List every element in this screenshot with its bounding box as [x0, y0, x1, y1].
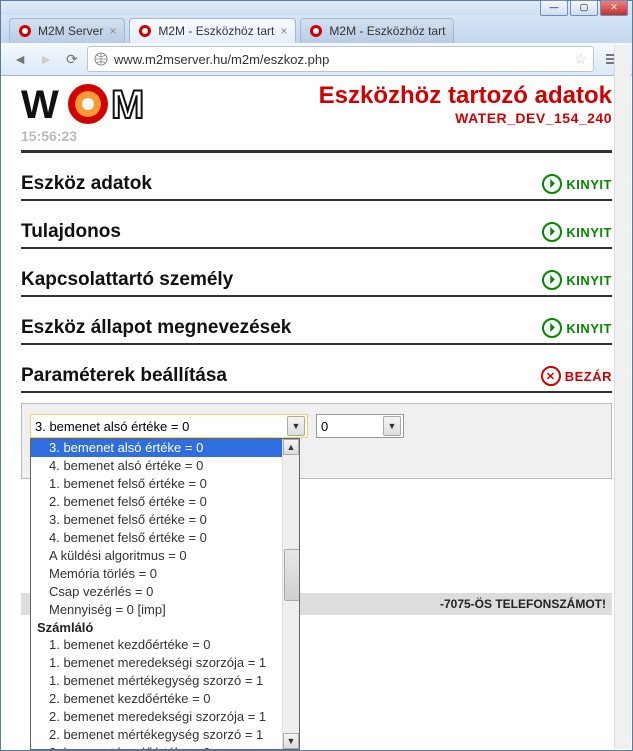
window-maximize-button[interactable]: ▢ — [570, 0, 598, 16]
window-titlebar: — ▢ ✕ — [1, 1, 632, 15]
favicon-icon — [138, 24, 152, 38]
app-logo: W M — [21, 82, 181, 128]
dropdown-option[interactable]: 3. bemenet alsó értéke = 0 — [31, 439, 299, 457]
browser-tab-2[interactable]: M2M - Eszközhöz tart — [300, 18, 454, 43]
section-action-label: KINYIT — [566, 225, 612, 240]
section-row: Eszköz állapot megnevezések ⏵ KINYIT — [21, 317, 612, 345]
dropdown-option[interactable]: A küldési algoritmus = 0 — [31, 547, 299, 565]
browser-tab-1[interactable]: M2M - Eszközhöz tart × — [129, 18, 296, 43]
open-circle-icon: ⏵ — [542, 222, 562, 242]
device-name: WATER_DEV_154_240 — [181, 110, 612, 126]
section-open-button[interactable]: ⏵ KINYIT — [542, 222, 612, 242]
scroll-up-icon[interactable]: ▲ — [283, 439, 299, 455]
dropdown-option[interactable]: 2. bemenet mértékegység szorzó = 1 — [31, 726, 299, 744]
page-title: Eszközhöz tartozó adatok — [181, 82, 612, 110]
scroll-thumb[interactable] — [284, 549, 300, 601]
tab-strip: M2M Server × M2M - Eszközhöz tart × M2M … — [1, 15, 632, 43]
dropdown-group-label: Számláló — [31, 619, 299, 636]
parameter-value-text: 0 — [321, 419, 328, 434]
tab-title: M2M - Eszközhöz tart — [158, 24, 274, 38]
section-action-label: KINYIT — [566, 321, 612, 336]
tab-close-icon[interactable]: × — [280, 24, 287, 38]
favicon-icon — [309, 24, 323, 38]
section-action-label: KINYIT — [566, 273, 612, 288]
dropdown-option[interactable]: 1. bemenet kezdőértéke = 0 — [31, 636, 299, 654]
url-text: www.m2mserver.hu/m2m/eszkoz.php — [114, 52, 574, 67]
dropdown-option[interactable]: 4. bemenet felső értéke = 0 — [31, 529, 299, 547]
dropdown-option[interactable]: 4. bemenet alsó értéke = 0 — [31, 457, 299, 475]
dropdown-option[interactable]: 1. bemenet meredekségi szorzója = 1 — [31, 654, 299, 672]
dropdown-option[interactable]: 2. bemenet meredekségi szorzója = 1 — [31, 708, 299, 726]
scroll-down-icon[interactable]: ▼ — [283, 733, 299, 749]
tab-title: M2M Server — [38, 24, 103, 38]
parameter-select-value: 3. bemenet alsó értéke = 0 — [35, 419, 189, 434]
parameter-dropdown-list[interactable]: 3. bemenet alsó értéke = 04. bemenet als… — [30, 438, 300, 750]
tab-title: M2M - Eszközhöz tart — [329, 24, 445, 38]
browser-toolbar: ◄ ► ⟳ www.m2mserver.hu/m2m/eszkoz.php ☆ — [1, 43, 632, 76]
dropdown-option[interactable]: 3. bemenet kezdőértéke = 0 — [31, 744, 299, 750]
chevron-down-icon: ▼ — [287, 416, 305, 436]
section-close-button[interactable]: ✕ BEZÁR — [541, 366, 612, 386]
dropdown-option[interactable]: 1. bemenet mértékegység szorzó = 1 — [31, 672, 299, 690]
favicon-icon — [18, 24, 32, 38]
window-minimize-button[interactable]: — — [540, 0, 568, 16]
timestamp: 15:56:23 — [21, 128, 181, 144]
section-title: Eszköz adatok — [21, 173, 152, 195]
section-action-label: KINYIT — [566, 177, 612, 192]
dropdown-option[interactable]: 2. bemenet felső értéke = 0 — [31, 493, 299, 511]
section-title: Tulajdonos — [21, 221, 121, 243]
open-circle-icon: ⏵ — [542, 318, 562, 338]
header-divider — [21, 150, 612, 153]
section-row: Kapcsolattartó személy ⏵ KINYIT — [21, 269, 612, 297]
open-circle-icon: ⏵ — [542, 174, 562, 194]
section-row: Eszköz adatok ⏵ KINYIT — [21, 173, 612, 201]
section-open-button[interactable]: ⏵ KINYIT — [542, 318, 612, 338]
dropdown-option[interactable]: Csap vezérlés = 0 — [31, 583, 299, 601]
globe-icon — [94, 52, 108, 66]
section-open-button[interactable]: ⏵ KINYIT — [542, 270, 612, 290]
parameter-panel: 3. bemenet alsó értéke = 0 ▼ 0 ▼ 3. beme… — [21, 403, 612, 479]
close-circle-icon: ✕ — [541, 366, 561, 386]
reload-button[interactable]: ⟳ — [61, 48, 83, 70]
section-title: Eszköz állapot megnevezések — [21, 317, 291, 339]
bookmark-star-icon[interactable]: ☆ — [574, 51, 587, 68]
open-circle-icon: ⏵ — [542, 270, 562, 290]
dropdown-scrollbar[interactable]: ▲ ▼ — [282, 439, 299, 749]
section-action-label: BEZÁR — [565, 369, 612, 384]
dropdown-option[interactable]: 2. bemenet kezdőértéke = 0 — [31, 690, 299, 708]
section-title: Kapcsolattartó személy — [21, 269, 233, 291]
window-close-button[interactable]: ✕ — [600, 0, 628, 16]
parameter-select[interactable]: 3. bemenet alsó értéke = 0 ▼ — [30, 414, 308, 438]
back-button[interactable]: ◄ — [9, 48, 31, 70]
dropdown-option[interactable]: 1. bemenet felső értéke = 0 — [31, 475, 299, 493]
chevron-down-icon: ▼ — [383, 416, 401, 436]
dropdown-option[interactable]: Memória törlés = 0 — [31, 565, 299, 583]
section-title: Paraméterek beállítása — [21, 365, 227, 387]
forward-button[interactable]: ► — [35, 48, 57, 70]
svg-text:W: W — [21, 83, 59, 127]
tab-close-icon[interactable]: × — [109, 24, 116, 38]
dropdown-option[interactable]: 3. bemenet felső értéke = 0 — [31, 511, 299, 529]
dropdown-option[interactable]: Mennyiség = 0 [imp] — [31, 601, 299, 619]
section-row: Tulajdonos ⏵ KINYIT — [21, 221, 612, 249]
address-bar[interactable]: www.m2mserver.hu/m2m/eszkoz.php ☆ — [87, 46, 594, 72]
browser-tab-0[interactable]: M2M Server × — [9, 18, 125, 43]
svg-text:M: M — [111, 83, 144, 127]
section-row: Paraméterek beállítása ✕ BEZÁR — [21, 365, 612, 393]
section-open-button[interactable]: ⏵ KINYIT — [542, 174, 612, 194]
parameter-value-select[interactable]: 0 ▼ — [316, 414, 404, 438]
